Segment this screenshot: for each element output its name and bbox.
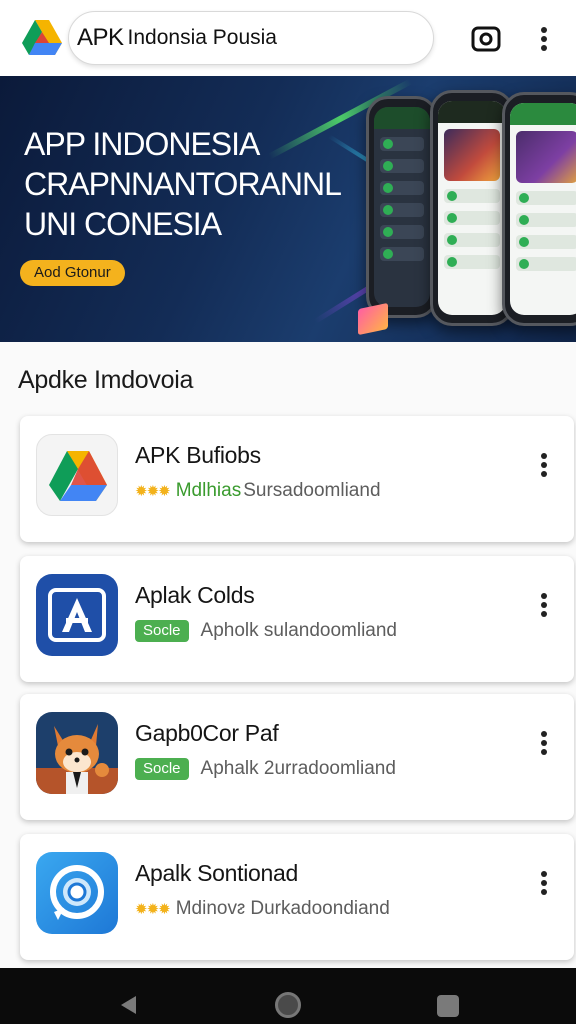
banner-title-line: CRAPNNANTORANNL: [24, 166, 342, 202]
home-circle-icon[interactable]: [275, 992, 301, 1018]
camera-icon[interactable]: [470, 24, 502, 54]
banner-title-line: APP INDONESIA: [24, 126, 260, 162]
promo-banner[interactable]: APP INDONESIA CRAPNNANTORANNL UNI CONESI…: [0, 76, 576, 342]
blue-lens-app-icon: [36, 852, 118, 934]
app-list-item[interactable]: Apalk Sontionad ✹✹✹ Mdinovᴤ Durkadoondia…: [20, 834, 574, 960]
app-meta: Socle Aphalk 2urradoomliand: [135, 758, 396, 780]
app-subtitle: Apholk sulandoomliand: [200, 620, 397, 641]
blue-a-app-icon: [36, 574, 118, 656]
app-meta: ✹✹✹ Mdinovᴤ Durkadoondiand: [135, 898, 390, 920]
phone-mockup: [502, 92, 576, 326]
rating-stars: ✹✹✹: [135, 483, 171, 500]
app-list-item[interactable]: APK Bufiobs ✹✹✹ Mdlhias Sursadoomliand: [20, 416, 574, 542]
app-meta: Socle Apholk sulandoomliand: [135, 620, 397, 642]
app-subtitle: Sursadoomliand: [243, 480, 381, 501]
top-bar: APK Indonsia Pousia: [0, 0, 576, 76]
app-name: APK Bufiobs: [135, 442, 261, 468]
more-vert-icon[interactable]: [532, 24, 556, 54]
more-vert-icon[interactable]: [534, 590, 554, 620]
phone-mockup: [366, 96, 438, 318]
app-list-item[interactable]: Gapb0Cor Paf Socle Aphalk 2urradoomliand: [20, 694, 574, 820]
app-name: Apalk Sontionad: [135, 860, 299, 886]
app-meta: ✹✹✹ Mdlhias Sursadoomliand: [135, 480, 381, 502]
more-vert-icon[interactable]: [534, 868, 554, 898]
banner-title-line: UNI CONESIA: [24, 206, 222, 242]
rating-stars: ✹✹✹: [135, 901, 171, 918]
banner-title: APP INDONESIA CRAPNNANTORANNL UNI CONESI…: [24, 124, 354, 244]
gift-cube-graphic: [358, 302, 388, 336]
banner-cta-button[interactable]: Aod Gtonur: [20, 260, 125, 286]
recent-square-icon[interactable]: [437, 995, 459, 1017]
more-vert-icon[interactable]: [534, 728, 554, 758]
fox-character-icon: [36, 712, 118, 794]
app-name: Gapb0Cor Paf: [135, 720, 279, 746]
app-subtitle: Mdinovᴤ Durkadoondiand: [175, 898, 390, 919]
app-name: Aplak Colds: [135, 582, 255, 608]
back-triangle-icon[interactable]: [118, 994, 140, 1016]
search-text: Indonsia Pousia: [127, 26, 277, 49]
app-list-item[interactable]: Aplak Colds Socle Apholk sulandoomliand: [20, 556, 574, 682]
search-bar[interactable]: APK Indonsia Pousia: [68, 11, 434, 65]
status-badge: Socle: [135, 758, 189, 780]
screen: APK Indonsia Pousia APP INDONESIA CRAPNN…: [0, 0, 576, 1024]
app-subtitle: Aphalk 2urradoomliand: [200, 758, 396, 779]
app-highlight: Mdlhias: [175, 480, 242, 501]
more-vert-icon[interactable]: [534, 450, 554, 480]
section-title: Apdke Imdovoia: [18, 366, 194, 394]
drive-logo-icon[interactable]: [22, 18, 62, 56]
drive-triangle-icon: [36, 434, 118, 516]
search-brand: APK: [77, 24, 124, 51]
status-badge: Socle: [135, 620, 189, 642]
